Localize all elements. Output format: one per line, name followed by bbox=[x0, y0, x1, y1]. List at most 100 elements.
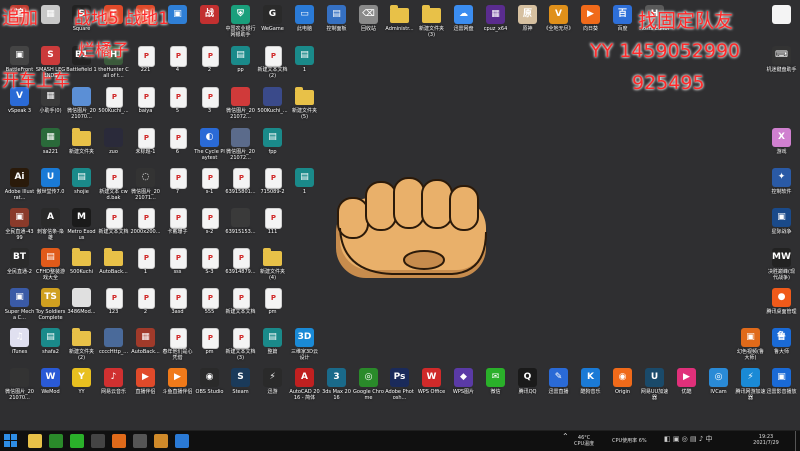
desktop-icon[interactable]: ▣ 迅雷影音播放 bbox=[766, 366, 797, 406]
desktop-icon[interactable]: ⚡ 腾讯网游加速器 bbox=[735, 366, 766, 406]
desktop-icon[interactable]: VvSpeak 3 bbox=[4, 85, 35, 125]
desktop-icon[interactable]: 微信图片_2021070... bbox=[66, 85, 97, 125]
desktop-icon[interactable]: ☁ 迅雷网盘 bbox=[448, 3, 479, 43]
desktop-icon[interactable]: P 春年他们是心凭借 bbox=[162, 326, 193, 366]
desktop-icon[interactable]: P 63915801... bbox=[225, 166, 256, 206]
desktop-icon[interactable]: ◆ WPS图片 bbox=[448, 366, 479, 406]
desktop-icon[interactable]: P 新建文本文档(2) bbox=[257, 44, 288, 84]
desktop-icon[interactable]: P 新建文本 cwd.bak bbox=[98, 166, 129, 206]
desktop-icon[interactable]: P 新建文本文档(3) bbox=[225, 326, 256, 366]
desktop-icon[interactable]: ▤ shafa2 bbox=[35, 326, 66, 366]
desktop-icon[interactable]: P2 bbox=[130, 286, 161, 326]
desktop-icon[interactable]: P4 bbox=[162, 44, 193, 84]
desktop-icon[interactable]: ▣ 星际战争 bbox=[766, 206, 797, 246]
desktop-icon[interactable]: ● 腾讯桌面管理 bbox=[766, 286, 797, 326]
desktop-icon[interactable]: ◐ The Cycle Playtest bbox=[194, 126, 225, 166]
desktop-icon[interactable]: ▤ fpp bbox=[257, 126, 288, 166]
desktop-icon[interactable]: W WeMod bbox=[35, 366, 66, 406]
desktop-icon[interactable]: P 卡戴珊子 bbox=[162, 206, 193, 246]
desktop-icon[interactable]: 3D 三维家3D云设计 bbox=[289, 326, 320, 366]
desktop-icon[interactable]: ▦ AutoBack... bbox=[130, 326, 161, 366]
tray-icons[interactable]: ◧ ▣ ◎ ▤ ♪ 中 bbox=[664, 436, 713, 443]
desktop-icon[interactable]: P3 bbox=[194, 85, 225, 125]
desktop-icon[interactable]: 新建文件夹(3) bbox=[416, 3, 447, 43]
desktop-icon[interactable]: ▭ 此电脑 bbox=[289, 3, 320, 43]
browser-icon[interactable] bbox=[49, 434, 63, 448]
desktop-icon[interactable]: G WeGame bbox=[257, 3, 288, 43]
desktop-icon[interactable]: 500Kuchi_... bbox=[257, 85, 288, 125]
desktop-icon[interactable]: ▤ 1 bbox=[289, 166, 320, 206]
desktop-icon[interactable]: ✦ 控制软件 bbox=[766, 166, 797, 206]
desktop-icon[interactable]: ◉ Origin bbox=[607, 366, 638, 406]
desktop-icon[interactable]: P6 bbox=[162, 126, 193, 166]
desktop-icon[interactable]: Ppm bbox=[257, 286, 288, 326]
desktop-icon[interactable]: Ps-2 bbox=[194, 206, 225, 246]
live-taskbar-icon[interactable] bbox=[112, 434, 126, 448]
desktop-icon[interactable]: ◌ 微信图片_2021071... bbox=[130, 166, 161, 206]
tencent-taskbar-icon[interactable] bbox=[175, 434, 189, 448]
app-taskbar-icon[interactable] bbox=[133, 434, 147, 448]
desktop-icon[interactable]: ▦ sa221 bbox=[35, 126, 66, 166]
desktop-icon[interactable]: ▦ cpuz_x64 bbox=[480, 3, 511, 43]
desktop-icon[interactable]: ⛨ 中国农业银行网银助手 bbox=[225, 3, 256, 43]
desktop-icon[interactable]: 原原神 bbox=[512, 3, 543, 43]
desktop-icon[interactable]: 微信图片_2021072... bbox=[225, 126, 256, 166]
desktop-icon[interactable]: zuo bbox=[98, 126, 129, 166]
show-desktop-button[interactable] bbox=[795, 431, 800, 451]
desktop-icon[interactable]: Administr... bbox=[384, 3, 415, 43]
desktop-icon[interactable]: ♪ 网易云音乐 bbox=[98, 366, 129, 406]
desktop-icon[interactable]: P 新建文本文档 bbox=[98, 206, 129, 246]
desktop-icon[interactable]: ▣ 幻色视频(鲁大师) bbox=[735, 326, 766, 366]
desktop-icon[interactable]: ▤ 1 bbox=[289, 44, 320, 84]
desktop-icon[interactable]: 鲁鲁大师 bbox=[766, 326, 797, 366]
obs-taskbar-icon[interactable] bbox=[91, 434, 105, 448]
desktop-icon[interactable]: ◉ OBS Studio bbox=[194, 366, 225, 406]
tray-expand-icon[interactable]: ⌃ bbox=[562, 433, 569, 441]
desktop-icon[interactable]: V 《全地无尽》 bbox=[543, 3, 574, 43]
clock[interactable]: 19:23 2021/7/29 bbox=[746, 434, 786, 446]
desktop-icon[interactable]: P 63914879... bbox=[225, 246, 256, 286]
desktop-icon[interactable]: ⌫ 回收站 bbox=[353, 3, 384, 43]
desktop-icon[interactable]: ▶ 向日葵 bbox=[575, 3, 606, 43]
desktop-icon[interactable]: ccccHttp_... bbox=[98, 326, 129, 366]
desktop-icon[interactable]: A 刺客信条-枭雄 bbox=[35, 206, 66, 246]
desktop-icon[interactable]: ▦ 小助手(0) bbox=[35, 85, 66, 125]
file-explorer-icon[interactable] bbox=[28, 434, 42, 448]
desktop-icon[interactable]: 500Kuchi bbox=[66, 246, 97, 286]
desktop-icon[interactable]: BT 全民直通-2 bbox=[4, 246, 35, 286]
desktop-icon[interactable]: P 221 bbox=[130, 44, 161, 84]
desktop-icon[interactable]: W WPS Office bbox=[416, 366, 447, 406]
desktop-icon[interactable]: P7 bbox=[162, 166, 193, 206]
desktop-icon[interactable]: ♫ iTunes bbox=[4, 326, 35, 366]
desktop-icon[interactable]: 新建文件夹 bbox=[66, 126, 97, 166]
desktop-icon[interactable]: Ai Adobe Illustrat... bbox=[4, 166, 35, 206]
desktop-icon[interactable]: Pbaiya bbox=[130, 85, 161, 125]
desktop-icon[interactable]: ▤ pp bbox=[225, 44, 256, 84]
desktop-icon[interactable]: P 未标题-1 bbox=[130, 126, 161, 166]
desktop-icon[interactable]: ✉ 微信 bbox=[480, 366, 511, 406]
desktop-icon[interactable]: 微信图片_2021072... bbox=[225, 85, 256, 125]
desktop-icon[interactable]: ▦ bbox=[35, 3, 66, 43]
desktop-icon[interactable]: ◎ IVCam bbox=[703, 366, 734, 406]
desktop-icon[interactable]: P1 bbox=[130, 246, 161, 286]
desktop-icon[interactable]: ▤ 控制面板 bbox=[321, 3, 352, 43]
desktop-icon[interactable]: P 111 bbox=[257, 206, 288, 246]
desktop-icon[interactable]: K 酷狗音乐 bbox=[575, 366, 606, 406]
desktop-icon[interactable]: P2 bbox=[194, 44, 225, 84]
desktop-icon[interactable]: ▶ 优酷 bbox=[671, 366, 702, 406]
desktop-icon[interactable]: P 500Kuchi_... bbox=[98, 85, 129, 125]
desktop-icon[interactable]: P 3asd bbox=[162, 286, 193, 326]
desktop-icon[interactable]: ◎ Google Chrome bbox=[353, 366, 384, 406]
desktop-icon[interactable]: 新建文件夹(5) bbox=[289, 85, 320, 125]
desktop-icon[interactable]: P S-3 bbox=[194, 246, 225, 286]
desktop-icon[interactable]: 3 3ds Max 2016 bbox=[321, 366, 352, 406]
desktop-icon[interactable]: P5 bbox=[162, 85, 193, 125]
desktop-icon[interactable]: P 715089-2 bbox=[257, 166, 288, 206]
desktop-icon[interactable]: P 2000x200... bbox=[130, 206, 161, 246]
desktop-icon[interactable]: M Metro Exodus bbox=[66, 206, 97, 246]
desktop-icon[interactable]: ▣ Super Mecha C... bbox=[4, 286, 35, 326]
desktop-icon[interactable]: MW 决胜巅峰(现代战争) bbox=[766, 246, 797, 286]
desktop-icon[interactable]: ⚡ 迅游 bbox=[257, 366, 288, 406]
desktop-icon[interactable]: ▤ shojie bbox=[66, 166, 97, 206]
desktop-icon[interactable]: 战 bbox=[194, 3, 225, 43]
